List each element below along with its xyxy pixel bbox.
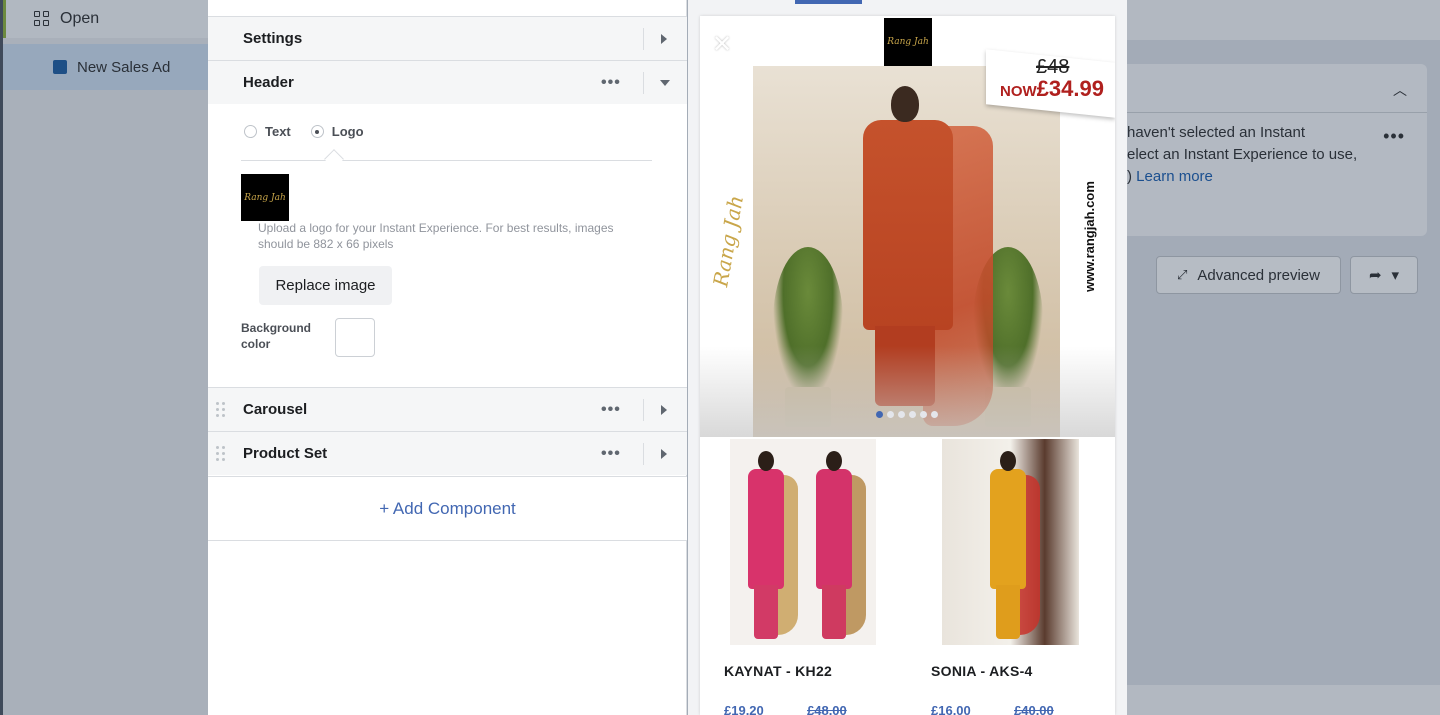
- instant-experience-message: haven't selected an Instant elect an Ins…: [1127, 124, 1358, 185]
- open-nav-item: Open: [3, 0, 208, 38]
- upload-note: Upload a logo for your Instant Experienc…: [258, 221, 614, 251]
- share-icon: ➦: [1368, 267, 1382, 284]
- sale-price: NOW£34.99: [1000, 76, 1104, 101]
- collapse-arrow-icon[interactable]: [660, 79, 670, 86]
- product-image: [942, 439, 1079, 645]
- chevron-up-icon: ︿: [1393, 82, 1407, 98]
- website-text: www.rangjah.com: [1081, 180, 1097, 292]
- product-set-section[interactable]: Product Set •••: [208, 431, 687, 475]
- header-logo: Rang Jah: [884, 18, 932, 66]
- expand-arrow-icon[interactable]: [661, 404, 667, 415]
- product-name: SONIA - AKS-4: [931, 663, 1033, 679]
- drag-handle-icon[interactable]: [216, 402, 226, 418]
- logo-radio-label[interactable]: Logo: [332, 124, 364, 139]
- product-original-price: £48.00: [807, 703, 847, 715]
- carousel-dot[interactable]: [876, 411, 883, 418]
- carousel-preview[interactable]: Rang Jah www.rangjah.com £48 NOW£34.99 R…: [700, 16, 1115, 437]
- carousel-dot[interactable]: [931, 411, 938, 418]
- product-card[interactable]: KAYNAT - KH22 £19.20 £48.00: [700, 437, 907, 715]
- header-settings-body: Text Logo Rang Jah Upload a logo for you…: [208, 104, 687, 387]
- background-color-label: Background color: [241, 321, 312, 351]
- header-type-radio-group: Text Logo: [244, 124, 364, 139]
- background-left-nav: [0, 0, 208, 715]
- new-sales-ad-item: New Sales Ad: [3, 44, 208, 90]
- instant-experience-preview: Rang Jah www.rangjah.com £48 NOW£34.99 R…: [700, 16, 1115, 715]
- add-component-button[interactable]: + Add Component: [208, 476, 687, 541]
- settings-section[interactable]: Settings: [208, 16, 687, 60]
- caret-down-icon: ▾: [1391, 267, 1400, 284]
- replace-image-button[interactable]: Replace image: [259, 266, 392, 305]
- carousel-dot[interactable]: [887, 411, 894, 418]
- product-set-title: Product Set: [243, 445, 328, 462]
- carousel-dot[interactable]: [920, 411, 927, 418]
- carousel-title: Carousel: [243, 401, 308, 418]
- logo-radio[interactable]: [310, 125, 324, 138]
- expand-icon: ⤢: [1177, 267, 1188, 282]
- ad-icon: [53, 60, 67, 74]
- learn-more-link: Learn more: [1136, 168, 1213, 185]
- background-right-panel: ︿ haven't selected an Instant elect an I…: [1127, 0, 1440, 715]
- product-sale-price: £16.00: [931, 703, 971, 715]
- carousel-dots[interactable]: [876, 411, 938, 418]
- settings-title: Settings: [243, 30, 303, 47]
- product-name: KAYNAT - KH22: [724, 663, 833, 679]
- instant-experience-editor: Settings Header ••• Text Logo Rang Jah U…: [208, 0, 687, 715]
- product-image: [730, 439, 876, 645]
- advanced-preview-button: ⤢ Advanced preview: [1156, 256, 1341, 294]
- expand-arrow-icon[interactable]: [661, 33, 667, 44]
- product-original-price: £40.00: [1014, 703, 1054, 715]
- ad-label: New Sales Ad: [77, 58, 171, 76]
- carousel-dot[interactable]: [898, 411, 905, 418]
- header-title: Header: [243, 74, 294, 91]
- more-options-icon[interactable]: •••: [601, 445, 621, 463]
- drag-handle-icon[interactable]: [216, 446, 226, 462]
- carousel-dot[interactable]: [909, 411, 916, 418]
- header-section[interactable]: Header •••: [208, 60, 687, 104]
- close-icon[interactable]: ✕: [712, 30, 732, 59]
- more-options-icon[interactable]: •••: [601, 401, 621, 419]
- carousel-section[interactable]: Carousel •••: [208, 387, 687, 431]
- preview-tab-indicator: [795, 0, 862, 4]
- expand-arrow-icon[interactable]: [661, 448, 667, 459]
- share-button: ➦ ▾: [1350, 256, 1418, 294]
- grid-icon: [34, 11, 50, 27]
- open-label: Open: [60, 10, 100, 27]
- instant-experience-card: ︿ haven't selected an Instant elect an I…: [1127, 64, 1427, 236]
- text-radio[interactable]: [244, 125, 257, 138]
- logo-thumbnail: Rang Jah: [241, 174, 289, 221]
- brand-script-text: Rang Jah: [708, 193, 748, 289]
- more-options-icon: •••: [1383, 126, 1405, 146]
- more-options-icon[interactable]: •••: [601, 74, 621, 92]
- text-radio-label[interactable]: Text: [265, 124, 291, 139]
- background-color-swatch[interactable]: [335, 318, 375, 357]
- product-sale-price: £19.20: [724, 703, 764, 715]
- product-card[interactable]: SONIA - AKS-4 £16.00 £40.00: [907, 437, 1114, 715]
